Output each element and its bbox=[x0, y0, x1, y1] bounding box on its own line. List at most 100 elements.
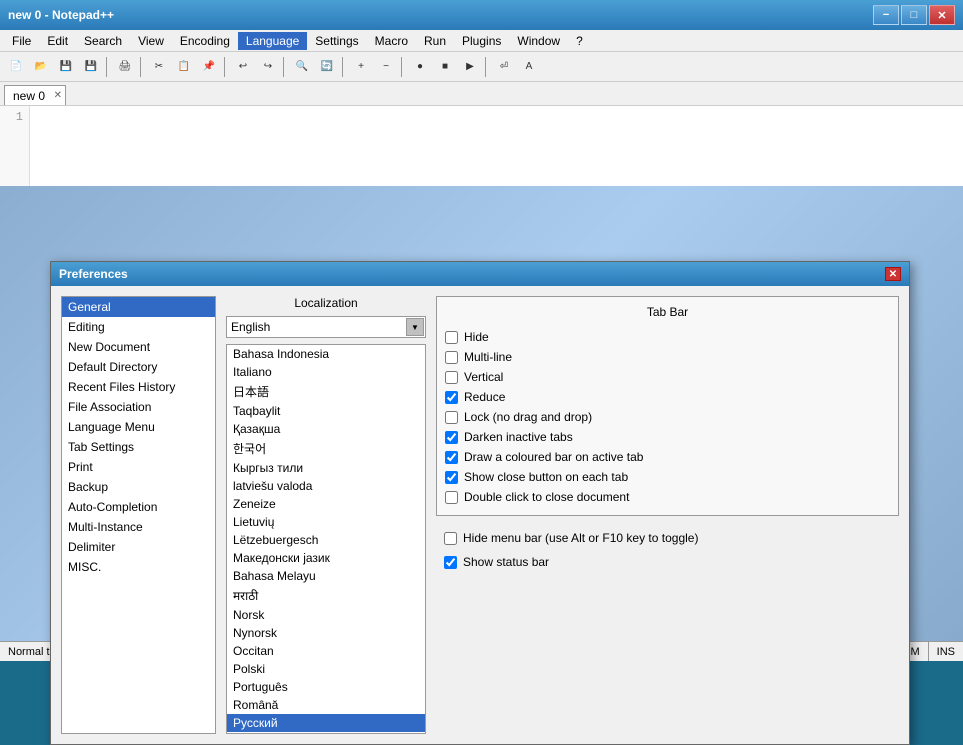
hidemenubar-label[interactable]: Hide menu bar (use Alt or F10 key to tog… bbox=[463, 531, 698, 545]
menu-view[interactable]: View bbox=[130, 32, 172, 50]
category-editing[interactable]: Editing bbox=[62, 317, 215, 337]
multiline-label[interactable]: Multi-line bbox=[464, 350, 512, 364]
tb-new[interactable]: 📄 bbox=[4, 55, 28, 79]
lang-korean[interactable]: 한국어 bbox=[227, 438, 425, 459]
dialog-close-button[interactable]: ✕ bbox=[885, 267, 901, 281]
category-print[interactable]: Print bbox=[62, 457, 215, 477]
category-default-directory[interactable]: Default Directory bbox=[62, 357, 215, 377]
multiline-checkbox[interactable] bbox=[445, 351, 458, 364]
tb-zoom-out[interactable]: − bbox=[374, 55, 398, 79]
lang-macedonian[interactable]: Македонски јазик bbox=[227, 549, 425, 567]
category-file-association[interactable]: File Association bbox=[62, 397, 215, 417]
category-tab-settings[interactable]: Tab Settings bbox=[62, 437, 215, 457]
dblclick-checkbox[interactable] bbox=[445, 491, 458, 504]
status-ins: INS bbox=[929, 642, 963, 661]
document-tab-0[interactable]: new 0 ✕ bbox=[4, 85, 66, 105]
menu-run[interactable]: Run bbox=[416, 32, 454, 50]
lang-romanian[interactable]: Română bbox=[227, 696, 425, 714]
category-backup[interactable]: Backup bbox=[62, 477, 215, 497]
vertical-label[interactable]: Vertical bbox=[464, 370, 503, 384]
menu-file[interactable]: File bbox=[4, 32, 39, 50]
lang-norsk[interactable]: Norsk bbox=[227, 606, 425, 624]
tb-zoom-in[interactable]: + bbox=[349, 55, 373, 79]
lang-polski[interactable]: Polski bbox=[227, 660, 425, 678]
lock-label[interactable]: Lock (no drag and drop) bbox=[464, 410, 592, 424]
lang-kazakh[interactable]: Қазақша bbox=[227, 420, 425, 438]
lang-zemaitiu[interactable]: Žemaičių rouda bbox=[227, 732, 425, 734]
menu-encoding[interactable]: Encoding bbox=[172, 32, 238, 50]
minimize-button[interactable]: − bbox=[873, 5, 899, 25]
lang-lithuanian[interactable]: Lietuvių bbox=[227, 513, 425, 531]
reduce-checkbox[interactable] bbox=[445, 391, 458, 404]
category-general[interactable]: General bbox=[62, 297, 215, 317]
tb-macro-stop[interactable]: ■ bbox=[433, 55, 457, 79]
menu-language[interactable]: Language bbox=[238, 32, 307, 50]
category-delimiter[interactable]: Delimiter bbox=[62, 537, 215, 557]
lang-nynorsk[interactable]: Nynorsk bbox=[227, 624, 425, 642]
menu-macro[interactable]: Macro bbox=[367, 32, 416, 50]
menu-settings[interactable]: Settings bbox=[307, 32, 366, 50]
dblclick-label[interactable]: Double click to close document bbox=[464, 490, 629, 504]
tab-close-icon[interactable]: ✕ bbox=[54, 90, 62, 101]
lang-taqbaylit[interactable]: Taqbaylit bbox=[227, 402, 425, 420]
tb-macro[interactable]: ● bbox=[408, 55, 432, 79]
lang-latvian[interactable]: latviešu valoda bbox=[227, 477, 425, 495]
tb-open[interactable]: 📂 bbox=[29, 55, 53, 79]
hide-checkbox[interactable] bbox=[445, 331, 458, 344]
editor-content[interactable] bbox=[30, 106, 963, 186]
tb-copy[interactable]: 📋 bbox=[172, 55, 196, 79]
hidemenubar-checkbox[interactable] bbox=[444, 532, 457, 545]
lock-checkbox[interactable] bbox=[445, 411, 458, 424]
window-close-button[interactable]: ✕ bbox=[929, 5, 955, 25]
tb-macro-play[interactable]: ▶ bbox=[458, 55, 482, 79]
tb-redo[interactable]: ↪ bbox=[256, 55, 280, 79]
menu-plugins[interactable]: Plugins bbox=[454, 32, 509, 50]
showstatusbar-checkbox[interactable] bbox=[444, 556, 457, 569]
lang-italiano[interactable]: Italiano bbox=[227, 363, 425, 381]
menu-search[interactable]: Search bbox=[76, 32, 130, 50]
lang-russian[interactable]: Русский bbox=[227, 714, 425, 732]
lang-luxembourgish[interactable]: Lëtzebuergesch bbox=[227, 531, 425, 549]
closebutton-label[interactable]: Show close button on each tab bbox=[464, 470, 628, 484]
hide-label[interactable]: Hide bbox=[464, 330, 489, 344]
tb-find[interactable]: 🔍 bbox=[290, 55, 314, 79]
lang-occitan[interactable]: Occitan bbox=[227, 642, 425, 660]
category-misc[interactable]: MISC. bbox=[62, 557, 215, 577]
tab-bar-settings-panel: Tab Bar Hide Multi-line Ve bbox=[436, 296, 899, 734]
lang-japanese[interactable]: 日本語 bbox=[227, 381, 425, 402]
lang-marathi[interactable]: मराठी bbox=[227, 585, 425, 606]
lang-zeneize[interactable]: Zeneize bbox=[227, 495, 425, 513]
coloured-label[interactable]: Draw a coloured bar on active tab bbox=[464, 450, 643, 464]
tb-replace[interactable]: 🔄 bbox=[315, 55, 339, 79]
tb-wordwrap[interactable]: ⏎ bbox=[492, 55, 516, 79]
tb-cut[interactable]: ✂ bbox=[147, 55, 171, 79]
restore-button[interactable]: □ bbox=[901, 5, 927, 25]
tb-print[interactable]: 🖨 bbox=[113, 55, 137, 79]
showstatusbar-label[interactable]: Show status bar bbox=[463, 555, 549, 569]
lang-kyrgyz[interactable]: Кыргыз тили bbox=[227, 459, 425, 477]
category-recent-files[interactable]: Recent Files History bbox=[62, 377, 215, 397]
tb-paste[interactable]: 📌 bbox=[197, 55, 221, 79]
tb-save[interactable]: 💾 bbox=[54, 55, 78, 79]
lang-bahasa-indonesia[interactable]: Bahasa Indonesia bbox=[227, 345, 425, 363]
darken-checkbox[interactable] bbox=[445, 431, 458, 444]
category-auto-completion[interactable]: Auto-Completion bbox=[62, 497, 215, 517]
lang-portuguese[interactable]: Português bbox=[227, 678, 425, 696]
category-language-menu[interactable]: Language Menu bbox=[62, 417, 215, 437]
tb-saveall[interactable]: 💾 bbox=[79, 55, 103, 79]
coloured-checkbox[interactable] bbox=[445, 451, 458, 464]
vertical-checkbox[interactable] bbox=[445, 371, 458, 384]
tb-undo[interactable]: ↩ bbox=[231, 55, 255, 79]
darken-label[interactable]: Darken inactive tabs bbox=[464, 430, 573, 444]
category-new-document[interactable]: New Document bbox=[62, 337, 215, 357]
category-multi-instance[interactable]: Multi-Instance bbox=[62, 517, 215, 537]
menu-help[interactable]: ? bbox=[568, 32, 591, 50]
reduce-label[interactable]: Reduce bbox=[464, 390, 505, 404]
lang-malay[interactable]: Bahasa Melayu bbox=[227, 567, 425, 585]
language-list[interactable]: Bahasa Indonesia Italiano 日本語 Taqbaylit … bbox=[226, 344, 426, 734]
closebutton-checkbox[interactable] bbox=[445, 471, 458, 484]
language-dropdown[interactable]: English bbox=[226, 316, 426, 338]
menu-window[interactable]: Window bbox=[509, 32, 568, 50]
menu-edit[interactable]: Edit bbox=[39, 32, 76, 50]
tb-syntax[interactable]: A bbox=[517, 55, 541, 79]
